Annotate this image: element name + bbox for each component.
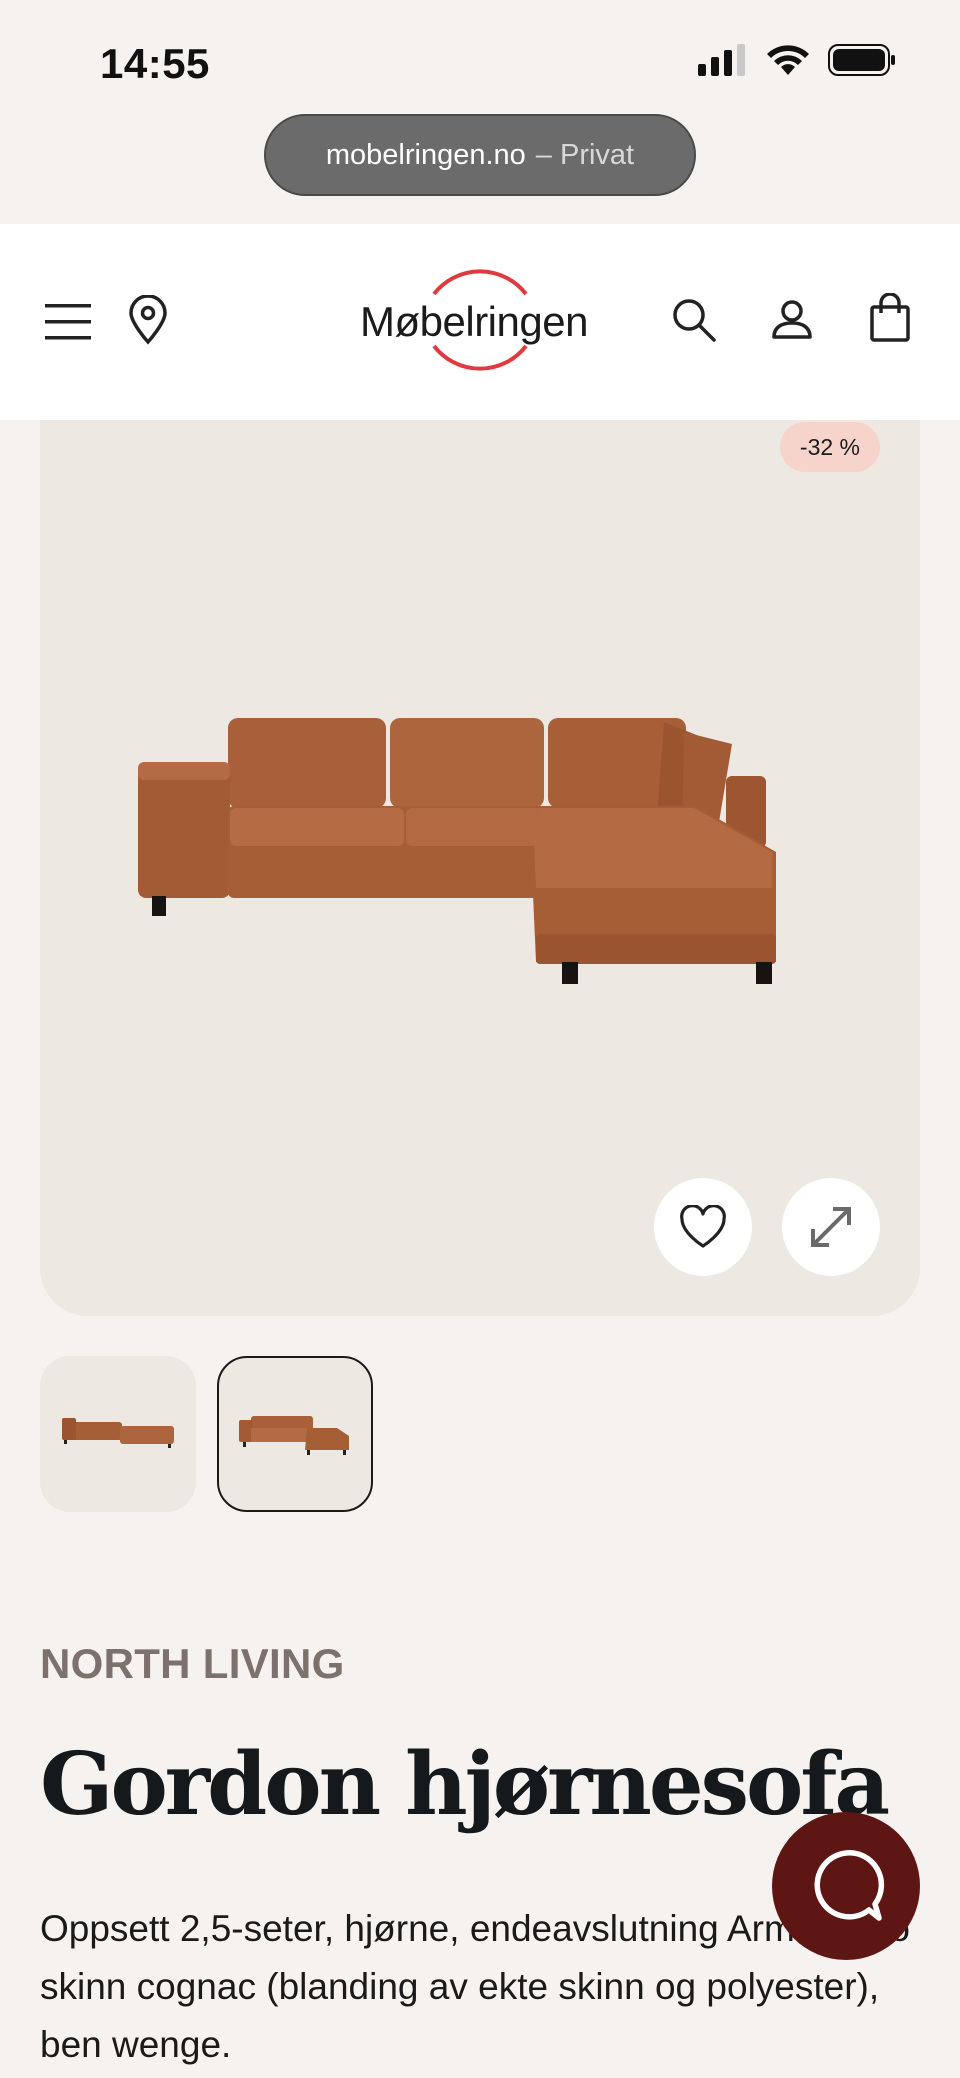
search-button[interactable] <box>662 288 726 352</box>
status-icons <box>698 44 896 76</box>
site-logo[interactable]: Møbelringen <box>352 258 606 382</box>
expand-icon <box>811 1207 851 1247</box>
signal-icon <box>698 44 745 76</box>
menu-icon <box>45 304 91 340</box>
chat-icon <box>814 1850 885 1921</box>
site-header: Møbelringen <box>0 224 960 420</box>
discount-badge: -32 % <box>779 422 880 472</box>
battery-icon <box>828 44 895 76</box>
corner-sofa-image <box>138 718 776 984</box>
thumbnail-2[interactable] <box>217 1356 373 1512</box>
sofa-thumbnail-image <box>62 1418 174 1448</box>
favorite-button[interactable] <box>654 1178 752 1276</box>
chat-button[interactable] <box>772 1812 920 1960</box>
url-domain: mobelringen.no <box>325 138 526 171</box>
user-icon <box>772 300 812 339</box>
private-label: – Privat <box>535 138 635 171</box>
menu-button[interactable] <box>36 290 100 354</box>
product-image[interactable]: -32 % <box>40 420 920 1316</box>
search-icon <box>673 299 716 342</box>
product-title: Gordon hjørnesofa <box>40 1734 890 1835</box>
cart-button[interactable] <box>858 286 922 350</box>
location-pin-icon <box>129 295 167 345</box>
account-button[interactable] <box>760 288 824 352</box>
sofa-thumbnail-image <box>239 1416 349 1455</box>
logo-text: Møbelringen <box>360 298 588 345</box>
heart-icon <box>680 1205 726 1248</box>
thumbnail-1[interactable] <box>40 1356 196 1512</box>
status-time: 14:55 <box>100 40 210 87</box>
store-locator-button[interactable] <box>116 288 180 352</box>
product-brand[interactable]: NORTH LIVING <box>40 1640 345 1688</box>
expand-image-button[interactable] <box>782 1178 880 1276</box>
address-bar[interactable]: mobelringen.no – Privat <box>264 114 696 196</box>
shopping-bag-icon <box>870 293 910 342</box>
status-bar: 14:55 <box>0 0 960 100</box>
wifi-icon <box>767 45 809 75</box>
